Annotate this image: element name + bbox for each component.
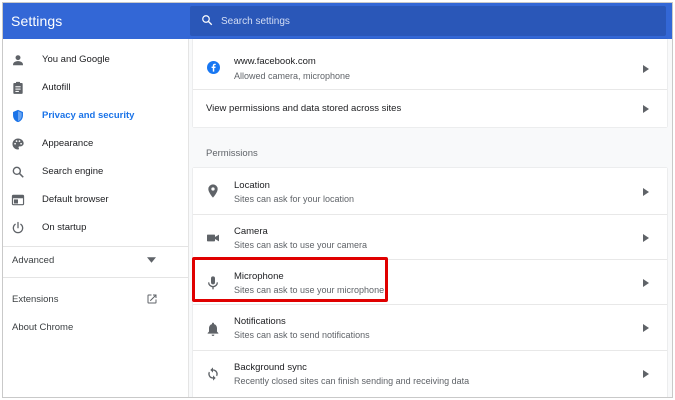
sidebar-divider bbox=[3, 277, 188, 278]
chevron-right-icon bbox=[643, 105, 649, 113]
person-icon bbox=[13, 55, 23, 66]
sidebar-item-label: Appearance bbox=[42, 138, 94, 149]
permission-subtitle: Sites can ask to send notifications bbox=[234, 330, 370, 340]
permission-subtitle: Recently closed sites can finish sending… bbox=[234, 376, 470, 386]
sidebar-item-label: Search engine bbox=[42, 166, 104, 177]
permission-title: Notifications bbox=[234, 316, 286, 327]
sidebar-item-label: Privacy and security bbox=[42, 110, 135, 121]
sidebar-item-you-and-google[interactable]: You and Google bbox=[3, 46, 188, 74]
sync-icon bbox=[208, 367, 218, 381]
permission-row-notifications[interactable]: Notifications Sites can ask to send noti… bbox=[193, 304, 667, 350]
permission-row-camera[interactable]: Camera Sites can ask to use your camera bbox=[193, 214, 667, 259]
about-chrome-label: About Chrome bbox=[12, 322, 74, 333]
search-icon bbox=[12, 166, 24, 178]
site-row-title: www.facebook.com bbox=[234, 56, 316, 67]
chevron-right-icon bbox=[643, 188, 649, 196]
header-bar: Settings bbox=[3, 3, 672, 39]
microphone-icon bbox=[208, 276, 218, 290]
chevron-right-icon bbox=[643, 65, 649, 73]
site-row-facebook[interactable]: www.facebook.com Allowed camera, microph… bbox=[193, 39, 667, 89]
chevron-right-icon bbox=[643, 324, 649, 332]
permission-row-location[interactable]: Location Sites can ask for your location bbox=[193, 168, 667, 214]
sidebar-item-extensions[interactable]: Extensions bbox=[3, 291, 188, 309]
permission-title: Background sync bbox=[234, 362, 307, 373]
permission-row-microphone[interactable]: Microphone Sites can ask to use your mic… bbox=[193, 259, 667, 304]
search-icon bbox=[202, 15, 213, 26]
sidebar-item-label: Default browser bbox=[42, 194, 109, 205]
sidebar-item-autofill[interactable]: Autofill bbox=[3, 74, 188, 102]
main-content: www.facebook.com Allowed camera, microph… bbox=[189, 39, 672, 397]
clipboard-icon bbox=[13, 81, 23, 94]
sidebar-item-label: You and Google bbox=[42, 54, 110, 65]
sidebar-item-about-chrome[interactable]: About Chrome bbox=[3, 319, 188, 337]
sidebar-item-privacy-and-security[interactable]: Privacy and security bbox=[3, 102, 188, 130]
chevron-right-icon bbox=[643, 234, 649, 242]
location-icon bbox=[208, 184, 218, 198]
sidebar: You and Google Autofill Privacy and secu… bbox=[3, 39, 189, 397]
shield-icon bbox=[13, 109, 23, 123]
power-icon bbox=[12, 221, 24, 234]
permission-title: Location bbox=[234, 180, 270, 191]
bell-icon bbox=[207, 322, 219, 336]
view-permissions-label: View permissions and data stored across … bbox=[206, 103, 402, 114]
permissions-section-title: Permissions bbox=[206, 148, 258, 159]
sidebar-advanced-toggle[interactable]: Advanced bbox=[3, 247, 188, 273]
sidebar-item-appearance[interactable]: Appearance bbox=[3, 130, 188, 158]
settings-window: Settings You and Google bbox=[2, 2, 673, 398]
facebook-icon bbox=[207, 61, 220, 74]
browser-icon bbox=[11, 194, 25, 206]
palette-icon bbox=[12, 138, 24, 150]
search-input[interactable] bbox=[221, 6, 641, 36]
caret-down-icon bbox=[147, 257, 156, 263]
sidebar-item-label: On startup bbox=[42, 222, 87, 233]
chevron-right-icon bbox=[643, 370, 649, 378]
permission-title: Camera bbox=[234, 226, 268, 237]
extensions-label: Extensions bbox=[12, 294, 59, 305]
permission-subtitle: Sites can ask to use your camera bbox=[234, 240, 368, 250]
permission-title: Microphone bbox=[234, 271, 284, 282]
sidebar-item-on-startup[interactable]: On startup bbox=[3, 214, 188, 242]
site-settings-card: www.facebook.com Allowed camera, microph… bbox=[193, 39, 667, 127]
view-permissions-row[interactable]: View permissions and data stored across … bbox=[193, 89, 667, 127]
advanced-label: Advanced bbox=[12, 255, 55, 266]
sidebar-item-label: Autofill bbox=[42, 82, 71, 93]
permission-row-background-sync[interactable]: Background sync Recently closed sites ca… bbox=[193, 350, 667, 397]
camera-icon bbox=[207, 234, 219, 242]
site-row-subtitle: Allowed camera, microphone bbox=[234, 71, 351, 81]
permissions-card: Location Sites can ask for your location… bbox=[193, 168, 667, 397]
sidebar-item-default-browser[interactable]: Default browser bbox=[3, 186, 188, 214]
open-external-icon bbox=[147, 294, 157, 304]
app-title: Settings bbox=[11, 13, 63, 29]
sidebar-item-search-engine[interactable]: Search engine bbox=[3, 158, 188, 186]
permission-subtitle: Sites can ask to use your microphone bbox=[234, 285, 385, 295]
permission-subtitle: Sites can ask for your location bbox=[234, 194, 355, 204]
search-box[interactable] bbox=[190, 6, 666, 36]
chevron-right-icon bbox=[643, 279, 649, 287]
